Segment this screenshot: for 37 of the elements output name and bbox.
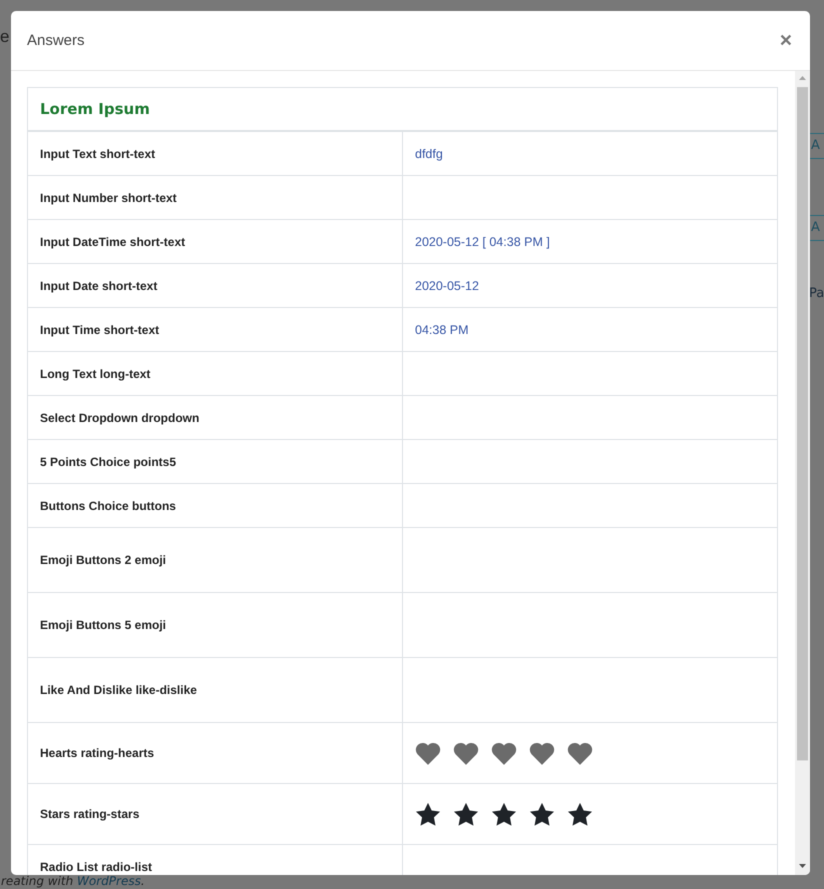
answer-text: dfdfg — [415, 146, 443, 160]
question-cell: Input Date short-text — [28, 264, 403, 307]
question-cell: Long Text long-text — [28, 352, 403, 395]
question-cell: Input Text short-text — [28, 132, 403, 175]
section-title: Lorem Ipsum — [28, 88, 777, 132]
answer-text: 2020-05-12 [ 04:38 PM ] — [415, 234, 550, 248]
question-cell: Buttons Choice buttons — [28, 484, 403, 527]
footer-link[interactable]: WordPress — [77, 874, 141, 888]
dialog-title: Answers — [27, 32, 85, 49]
star-icon — [529, 802, 555, 826]
question-cell: Input Number short-text — [28, 176, 403, 219]
star-icon — [415, 802, 441, 826]
heart-icon — [491, 740, 517, 766]
answer-text: 04:38 PM — [415, 322, 469, 336]
star-icon — [453, 802, 479, 826]
question-cell: Radio List radio-list — [28, 845, 403, 875]
heart-icon — [567, 740, 593, 766]
heart-icon — [415, 740, 441, 766]
question-cell: Emoji Buttons 5 emoji — [28, 593, 403, 657]
question-cell: Emoji Buttons 2 emoji — [28, 528, 403, 592]
star-icon — [491, 802, 517, 826]
footer-text: reating with WordPress. — [1, 874, 145, 888]
question-cell: Input Time short-text — [28, 308, 403, 351]
page-title: e — [0, 28, 10, 45]
heart-icon — [453, 740, 479, 766]
question-cell: 5 Points Choice points5 — [28, 440, 403, 483]
close-button[interactable]: × — [778, 30, 794, 51]
question-cell: Stars rating-stars — [28, 784, 403, 844]
scrollbar[interactable] — [795, 71, 810, 875]
answer-text: 2020-05-12 — [415, 278, 479, 292]
heart-icon — [529, 740, 555, 766]
star-icon — [567, 802, 593, 826]
page-text: Pa — [809, 286, 824, 301]
question-cell: Input DateTime short-text — [28, 220, 403, 263]
question-cell: Select Dropdown dropdown — [28, 396, 403, 439]
question-cell: Like And Dislike like-dislike — [28, 658, 403, 722]
question-cell: Hearts rating-hearts — [28, 723, 403, 783]
